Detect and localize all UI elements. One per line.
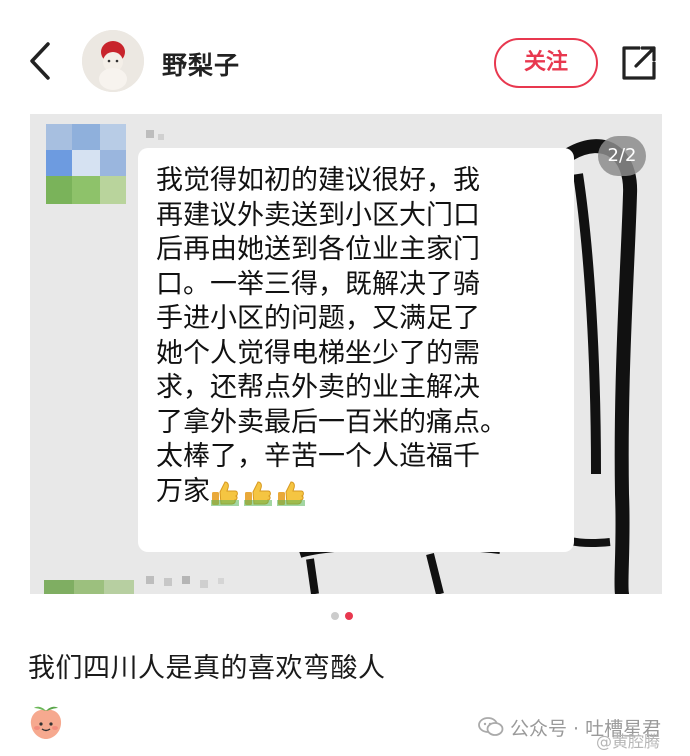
share-icon[interactable] <box>618 42 660 84</box>
post-image[interactable]: 我觉得如初的建议很好，我 再建议外卖送到小区大门口 后再由她送到各位业主家门 口… <box>30 114 662 594</box>
back-arrow-icon[interactable] <box>22 36 66 86</box>
thumbs-up-emoji <box>277 480 305 506</box>
thumbs-up-emoji <box>244 480 272 506</box>
chat-bubble: 我觉得如初的建议很好，我 再建议外卖送到小区大门口 后再由她送到各位业主家门 口… <box>138 148 574 552</box>
top-bar: 野梨子 关注 <box>0 0 690 112</box>
thumbs-up-group <box>210 478 309 514</box>
blurred-avatar-2 <box>44 580 134 594</box>
avatar[interactable] <box>82 30 144 92</box>
username[interactable]: 野梨子 <box>162 46 240 82</box>
wechat-icon <box>478 717 504 736</box>
blurred-name-2 <box>146 576 224 588</box>
thumbs-up-emoji <box>211 480 239 506</box>
chat-message-body: 我觉得如初的建议很好，我 再建议外卖送到小区大门口 后再由她送到各位业主家门 口… <box>156 165 507 507</box>
page-dot-2-active[interactable] <box>345 612 353 620</box>
weibo-watermark: @黄腔腾 <box>596 732 661 751</box>
image-counter: 2/2 <box>598 136 646 176</box>
blurred-avatar <box>46 124 126 204</box>
blurred-name <box>146 130 164 140</box>
follow-button[interactable]: 关注 <box>494 38 598 88</box>
image-pagination <box>331 612 361 622</box>
chat-message-text: 我觉得如初的建议很好，我 再建议外卖送到小区大门口 后再由她送到各位业主家门 口… <box>156 164 566 513</box>
peach-emoji-icon <box>30 706 62 739</box>
post-caption: 我们四川人是真的喜欢弯酸人 <box>28 653 386 684</box>
page-dot-1[interactable] <box>331 612 339 620</box>
